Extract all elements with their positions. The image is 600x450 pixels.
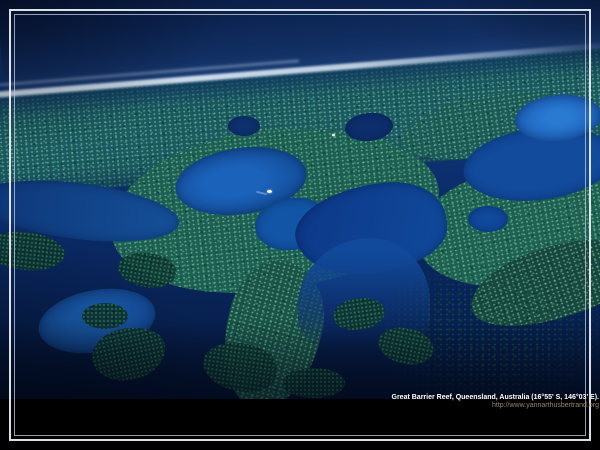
reef-aerial-photo	[0, 0, 600, 399]
coral-patch	[82, 303, 128, 329]
boat-speck	[267, 190, 272, 193]
caption-title: Great Barrier Reef, Queensland, Australi…	[392, 394, 599, 402]
reef-hole-2	[228, 116, 260, 136]
photo-caption: Great Barrier Reef, Queensland, Australi…	[392, 394, 599, 410]
boat-speck	[332, 134, 335, 136]
coral-patch	[283, 368, 345, 398]
scattered-coral-field	[378, 262, 600, 399]
reef-hole-3	[468, 206, 508, 232]
wallpaper-canvas: Great Barrier Reef, Queensland, Australi…	[0, 0, 600, 450]
caption-url: http://www.yannarthusbertrand.org	[392, 402, 599, 410]
